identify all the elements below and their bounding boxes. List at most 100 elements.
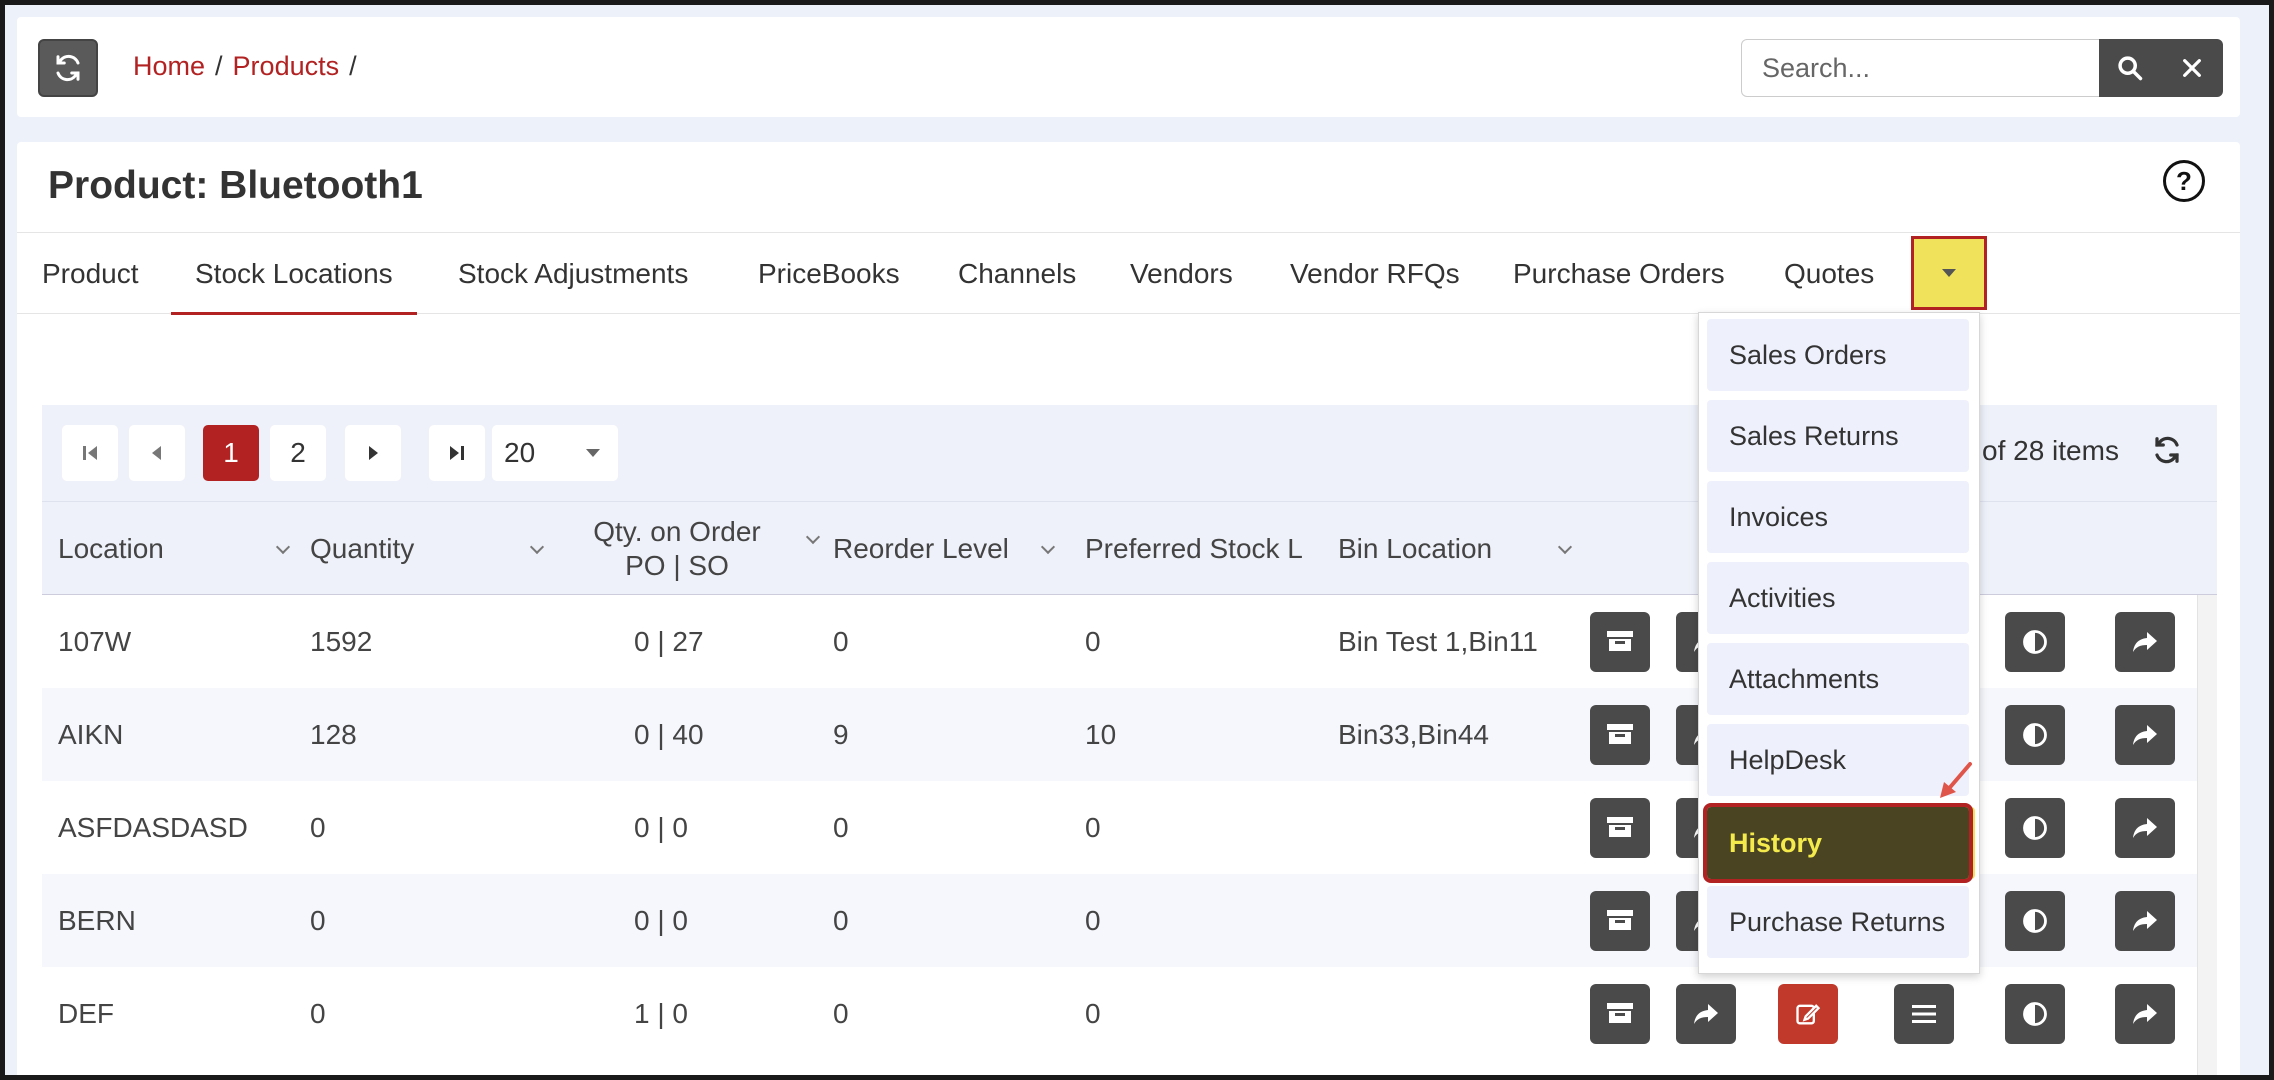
tab-pricebooks[interactable]: PriceBooks	[758, 233, 900, 315]
column-header-preferred-stock[interactable]: Preferred Stock L	[1085, 502, 1325, 596]
cell-location: 107W	[58, 626, 132, 657]
breadcrumb-separator: /	[215, 51, 223, 81]
contrast-icon	[2021, 1000, 2049, 1028]
edit-button[interactable]	[1778, 984, 1838, 1044]
tab-stock-adjustments[interactable]: Stock Adjustments	[458, 233, 688, 315]
cell-preferred-stock: 0	[1085, 998, 1101, 1029]
page-size-select[interactable]: 20	[492, 425, 618, 481]
cell-quantity: 0	[310, 998, 326, 1029]
menu-item-attachments[interactable]: Attachments	[1707, 643, 1969, 715]
chevron-down-icon[interactable]	[805, 529, 821, 545]
cell-reorder-level: 9	[833, 719, 849, 750]
breadcrumb-home[interactable]: Home	[133, 51, 205, 82]
contrast-button[interactable]	[2005, 798, 2065, 858]
page-2-button[interactable]: 2	[270, 425, 326, 481]
help-icon[interactable]: ?	[2163, 160, 2205, 202]
tab-vendor-rfqs[interactable]: Vendor RFQs	[1290, 233, 1460, 315]
cell-reorder-level: 0	[833, 998, 849, 1029]
next-page-button[interactable]	[345, 425, 401, 481]
table-row[interactable]: DEF 0 1 | 0 0 0	[42, 967, 2217, 1060]
first-page-button[interactable]	[62, 425, 118, 481]
forward-button[interactable]	[2115, 705, 2175, 765]
search-input[interactable]	[1741, 39, 2109, 97]
top-bar: Home / Products /	[17, 17, 2240, 117]
cell-location: BERN	[58, 905, 136, 936]
page-size-value: 20	[504, 437, 536, 468]
stock-button[interactable]	[1590, 984, 1650, 1044]
contrast-button[interactable]	[2005, 612, 2065, 672]
tab-stock-locations[interactable]: Stock Locations	[171, 233, 417, 315]
page-1-button[interactable]: 1	[203, 425, 259, 481]
column-label: Reorder Level	[833, 533, 1009, 564]
forward-button[interactable]	[2115, 891, 2175, 951]
tab-quotes[interactable]: Quotes	[1784, 233, 1874, 315]
cell-quantity: 0	[310, 905, 326, 936]
cell-location: AIKN	[58, 719, 124, 750]
column-label: Preferred Stock L	[1085, 533, 1303, 564]
menu-item-invoices[interactable]: Invoices	[1707, 481, 1969, 553]
chevron-down-icon[interactable]	[1040, 539, 1056, 555]
caret-down-icon	[586, 449, 600, 457]
forward-button[interactable]	[2115, 984, 2175, 1044]
cell-location: ASFDASDASD	[58, 812, 248, 843]
cell-qty-on-order: 0 | 0	[634, 905, 688, 936]
contrast-icon	[2021, 721, 2049, 749]
first-page-icon	[83, 446, 97, 460]
chevron-down-icon[interactable]	[529, 539, 545, 555]
cell-reorder-level: 0	[833, 626, 849, 657]
menu-item-sales-returns[interactable]: Sales Returns	[1707, 400, 1969, 472]
last-page-button[interactable]	[429, 425, 485, 481]
column-header-quantity[interactable]: Quantity	[310, 502, 550, 596]
tab-purchase-orders[interactable]: Purchase Orders	[1513, 233, 1725, 315]
column-label: Location	[58, 533, 164, 564]
annotation-arrow-icon	[1940, 762, 1972, 798]
stock-button[interactable]	[1590, 705, 1650, 765]
refresh-button[interactable]	[38, 39, 98, 97]
breadcrumb-products[interactable]: Products	[233, 51, 340, 82]
contrast-button[interactable]	[2005, 891, 2065, 951]
search-button[interactable]	[2099, 39, 2161, 97]
menu-item-helpdesk[interactable]: HelpDesk	[1707, 724, 1969, 796]
tab-channels[interactable]: Channels	[958, 233, 1076, 315]
forward-icon	[2131, 816, 2159, 840]
column-header-location[interactable]: Location	[58, 502, 298, 596]
menu-item-history[interactable]: History	[1703, 803, 1973, 883]
stock-icon	[1605, 815, 1635, 841]
tab-vendors[interactable]: Vendors	[1130, 233, 1233, 315]
close-icon	[2183, 59, 2201, 77]
menu-button[interactable]	[1894, 984, 1954, 1044]
column-header-qty-on-order[interactable]: Qty. on Order PO | SO	[562, 502, 821, 596]
tab-product[interactable]: Product	[42, 233, 139, 315]
column-header-reorder-level[interactable]: Reorder Level	[833, 502, 1073, 596]
chevron-down-icon[interactable]	[1557, 539, 1573, 555]
menu-item-activities[interactable]: Activities	[1707, 562, 1969, 634]
menu-item-sales-orders[interactable]: Sales Orders	[1707, 319, 1969, 391]
breadcrumb-separator: /	[349, 51, 357, 81]
stock-button[interactable]	[1590, 891, 1650, 951]
breadcrumb: Home / Products /	[133, 51, 357, 82]
last-page-icon	[450, 446, 464, 460]
cell-reorder-level: 0	[833, 905, 849, 936]
column-header-bin-location[interactable]: Bin Location	[1338, 502, 1578, 596]
contrast-button[interactable]	[2005, 984, 2065, 1044]
contrast-button[interactable]	[2005, 705, 2065, 765]
stock-icon	[1605, 722, 1635, 748]
chevron-down-icon[interactable]	[275, 539, 291, 555]
cell-preferred-stock: 0	[1085, 626, 1101, 657]
cell-qty-on-order: 0 | 40	[634, 719, 704, 750]
menu-item-purchase-returns[interactable]: Purchase Returns	[1707, 886, 1969, 958]
grid-refresh-button[interactable]	[2152, 435, 2182, 470]
forward-icon	[2131, 630, 2159, 654]
forward-button[interactable]	[2115, 798, 2175, 858]
prev-page-button[interactable]	[129, 425, 185, 481]
more-tabs-button[interactable]	[1911, 236, 1987, 310]
grid-scrollbar[interactable]	[2197, 595, 2217, 1080]
stock-button[interactable]	[1590, 612, 1650, 672]
cell-quantity: 0	[310, 812, 326, 843]
forward-button[interactable]	[2115, 612, 2175, 672]
cell-preferred-stock: 0	[1085, 812, 1101, 843]
stock-button[interactable]	[1590, 798, 1650, 858]
clear-search-button[interactable]	[2161, 39, 2223, 97]
share-button[interactable]	[1676, 984, 1736, 1044]
refresh-icon	[2155, 436, 2179, 464]
